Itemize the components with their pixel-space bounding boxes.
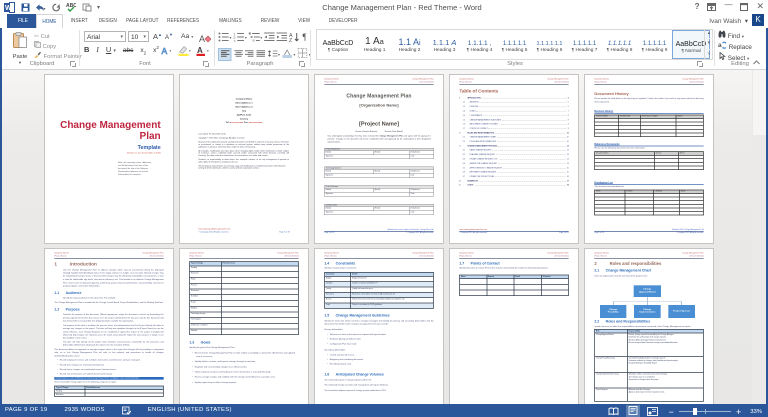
svg-text:A: A	[162, 46, 168, 56]
svg-text:▾: ▾	[207, 49, 209, 53]
svg-text:▾: ▾	[170, 49, 172, 53]
svg-text:A: A	[197, 46, 203, 55]
svg-text:3: 3	[233, 38, 235, 42]
svg-text:A: A	[199, 34, 205, 44]
svg-text:W: W	[5, 5, 12, 12]
svg-text:a: a	[718, 42, 722, 49]
svg-text:▾: ▾	[189, 49, 191, 53]
